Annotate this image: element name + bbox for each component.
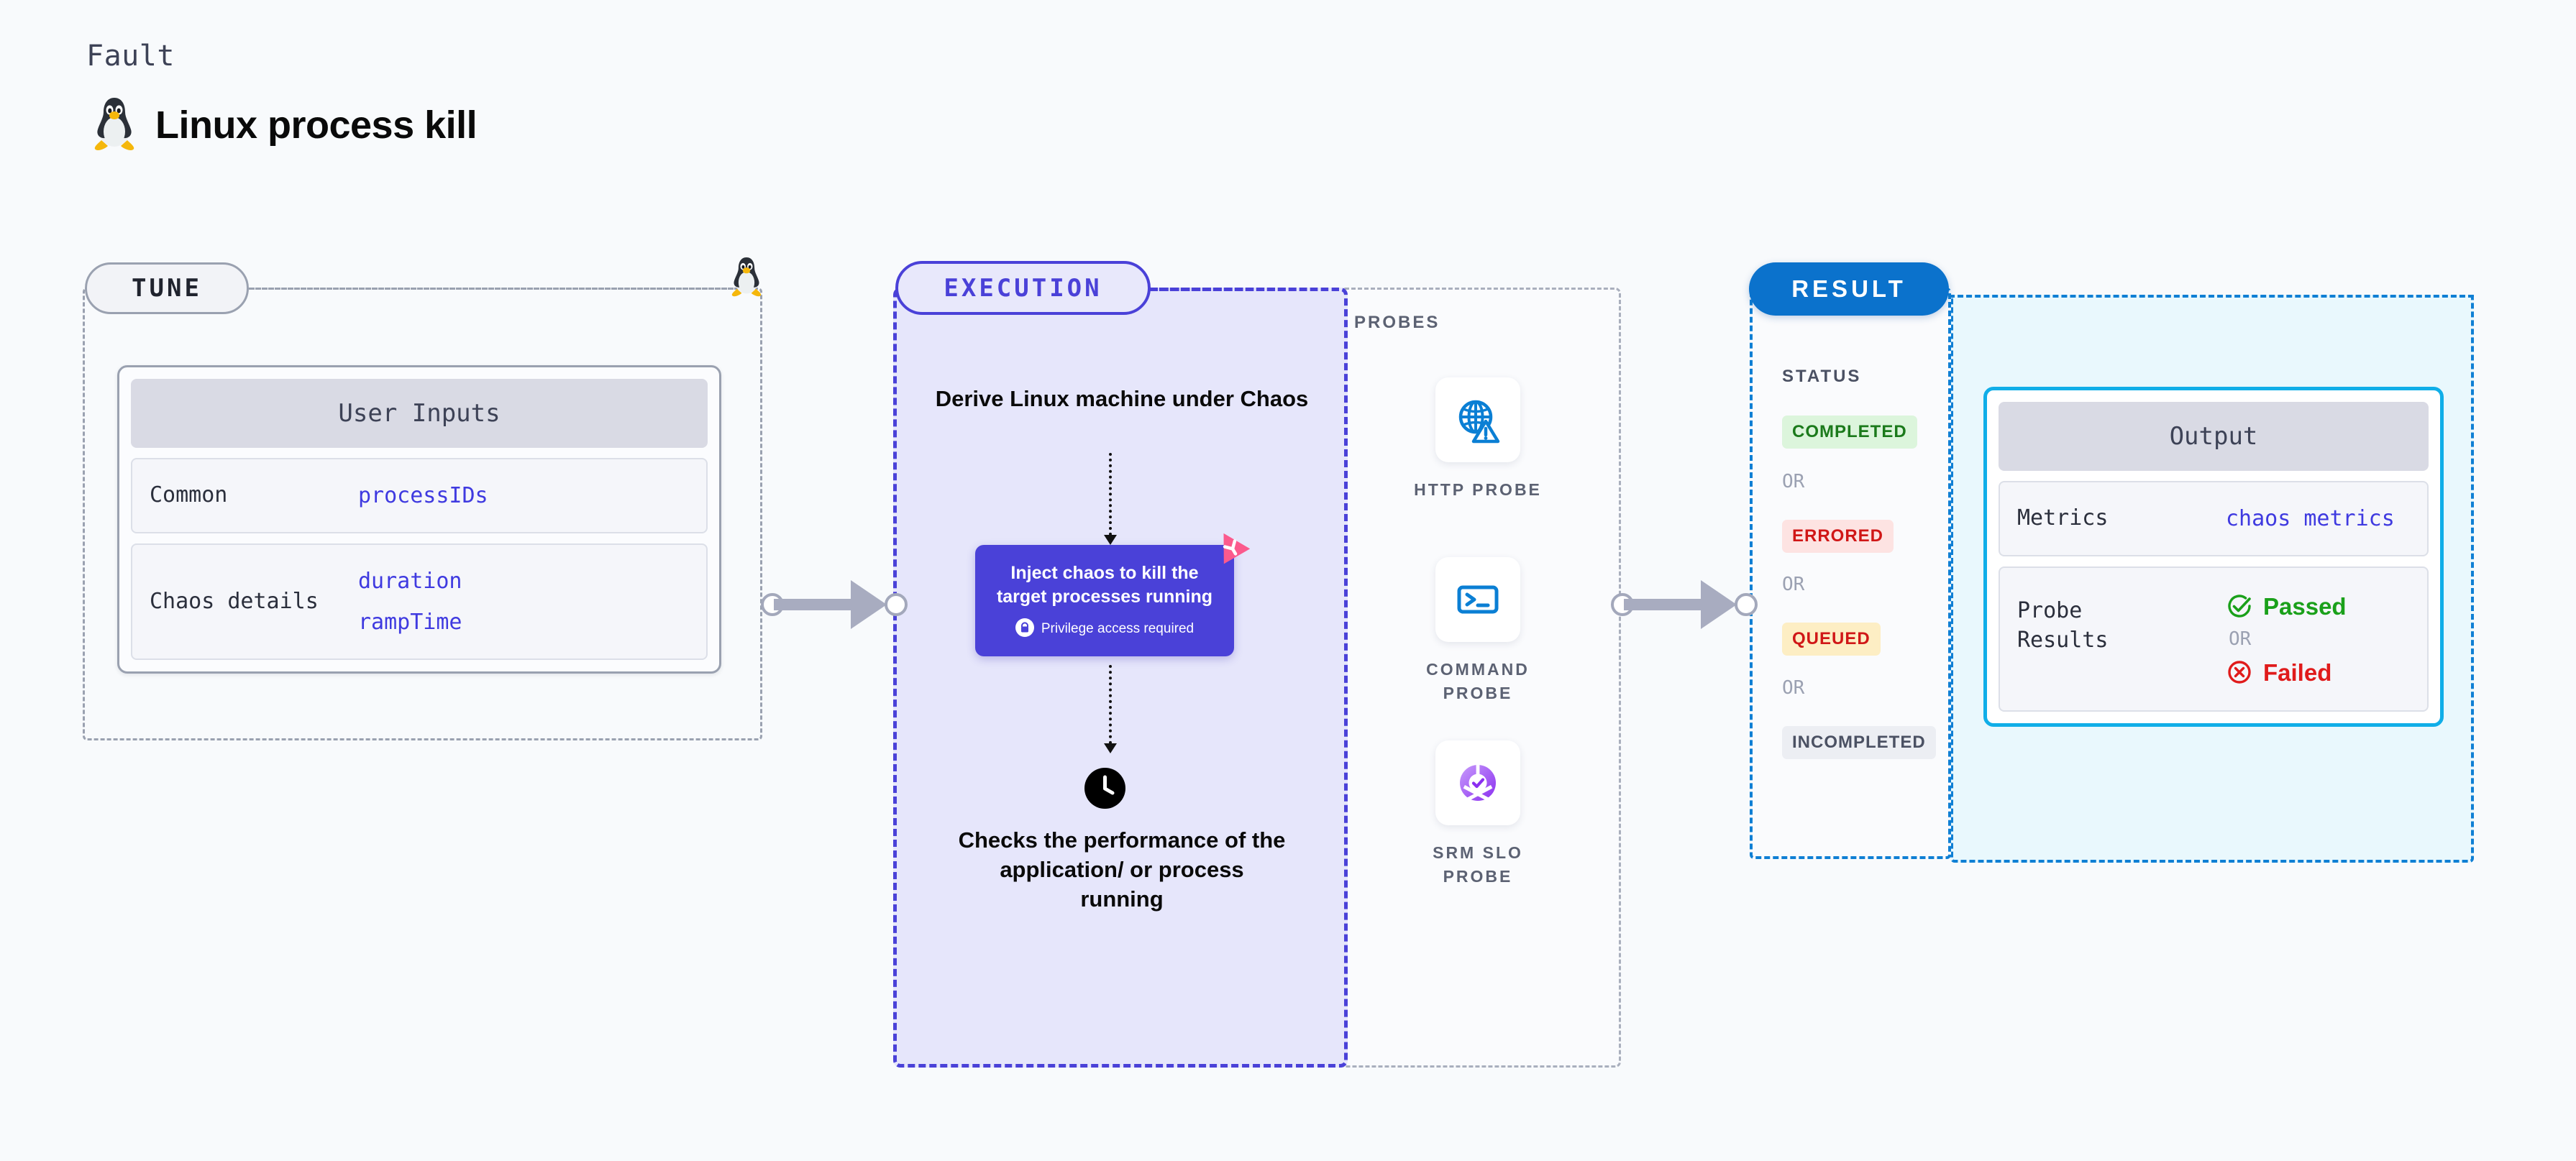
- globe-warning-icon: [1435, 377, 1520, 462]
- probe-label: SRM SLO PROBE: [1433, 843, 1523, 886]
- probe-results-values: Passed OR Failed: [2226, 592, 2347, 686]
- row-value: duration: [358, 569, 462, 594]
- execution-connector-line: [1151, 288, 1339, 291]
- row-label: Chaos details: [150, 588, 319, 614]
- page-title-row: Linux process kill: [92, 96, 478, 154]
- probes-section-label: PROBES: [1354, 313, 1440, 332]
- output-card: Output Metrics chaos metrics Probe Result…: [1983, 387, 2444, 727]
- tune-stage-label: TUNE: [132, 274, 202, 303]
- execution-stage-badge[interactable]: EXECUTION: [895, 261, 1151, 315]
- litmus-logo-icon: [1212, 528, 1251, 565]
- connector-end-dot: [885, 593, 908, 616]
- execution-to-result-connector: [1611, 579, 1758, 630]
- tune-to-execution-connector: [761, 579, 908, 630]
- probe-result-or-label: OR: [2229, 628, 2252, 650]
- metrics-value: chaos metrics: [2226, 506, 2395, 531]
- result-connector-line: [1949, 295, 2474, 298]
- slo-donut-check-icon: [1435, 740, 1520, 825]
- page-title: Linux process kill: [155, 103, 478, 147]
- result-stage-label: RESULT: [1791, 275, 1906, 302]
- clock-icon: [1084, 768, 1125, 812]
- metrics-label: Metrics: [2017, 505, 2109, 531]
- privilege-row: Privilege access required: [1015, 618, 1194, 641]
- flow-arrow-down-icon: [1104, 453, 1117, 545]
- flow-arrow-down-icon: [1104, 665, 1117, 753]
- status-badge-errored: ERRORED: [1782, 520, 1894, 553]
- failed-label: Failed: [2263, 658, 2332, 686]
- status-badge-queued: QUEUED: [1782, 623, 1881, 656]
- connector-arrow-head: [851, 580, 887, 629]
- probe-result-passed: Passed: [2226, 592, 2347, 620]
- probe-item-command[interactable]: COMMAND PROBE: [1406, 557, 1550, 706]
- status-or-label: OR: [1782, 574, 1805, 595]
- status-or-label: OR: [1782, 677, 1805, 699]
- row-values: duration rampTime: [358, 561, 462, 643]
- status-or-label: OR: [1782, 471, 1805, 492]
- check-circle-icon: [2226, 592, 2253, 620]
- status-section-label: STATUS: [1782, 367, 1862, 386]
- terminal-icon: [1435, 557, 1520, 642]
- probe-label: HTTP PROBE: [1414, 480, 1542, 499]
- page-eyebrow: Fault: [86, 40, 175, 73]
- inject-chaos-box[interactable]: Inject chaos to kill the target processe…: [975, 533, 1251, 656]
- row-values: processIDs: [358, 475, 488, 516]
- output-metrics-row: Metrics chaos metrics: [1999, 481, 2429, 556]
- probe-label: COMMAND PROBE: [1426, 660, 1530, 703]
- user-inputs-card: User Inputs Common processIDs Chaos deta…: [117, 365, 721, 674]
- lock-icon: [1015, 618, 1034, 641]
- tune-stage-badge[interactable]: TUNE: [85, 262, 249, 314]
- row-value: rampTime: [358, 610, 462, 635]
- checks-performance-text: Checks the performance of the applicatio…: [958, 827, 1286, 912]
- probe-result-failed: Failed: [2226, 658, 2347, 686]
- execution-stage-label: EXECUTION: [944, 273, 1102, 303]
- probe-item-srm-slo[interactable]: SRM SLO PROBE: [1406, 740, 1550, 889]
- derive-machine-text: Derive Linux machine under Chaos: [935, 386, 1309, 411]
- output-card-title: Output: [1999, 402, 2429, 471]
- passed-label: Passed: [2263, 592, 2347, 620]
- result-stage-badge[interactable]: RESULT: [1749, 262, 1949, 316]
- linux-penguin-icon: [92, 96, 137, 154]
- linux-penguin-icon: [730, 255, 763, 300]
- connector-end-dot: [1735, 593, 1758, 616]
- output-probe-results-row: Probe Results Passed OR Failed: [1999, 566, 2429, 712]
- status-badge-incompleted: INCOMPLETED: [1782, 726, 1936, 759]
- row-label: Common: [150, 482, 228, 508]
- x-circle-icon: [2226, 658, 2253, 686]
- privilege-text: Privilege access required: [1041, 621, 1195, 636]
- user-inputs-row: Chaos details duration rampTime: [131, 543, 708, 660]
- tune-connector-line: [250, 288, 746, 290]
- user-inputs-row: Common processIDs: [131, 458, 708, 533]
- inject-chaos-text: Inject chaos to kill the target processe…: [996, 562, 1213, 607]
- status-badge-completed: COMPLETED: [1782, 416, 1917, 449]
- page-header: Fault Linux process kill: [86, 40, 478, 154]
- user-inputs-title: User Inputs: [131, 379, 708, 448]
- row-value: processIDs: [358, 483, 488, 508]
- probe-results-label: Probe Results: [2017, 598, 2109, 653]
- probe-item-http[interactable]: HTTP PROBE: [1406, 377, 1550, 502]
- connector-arrow-head: [1701, 580, 1737, 629]
